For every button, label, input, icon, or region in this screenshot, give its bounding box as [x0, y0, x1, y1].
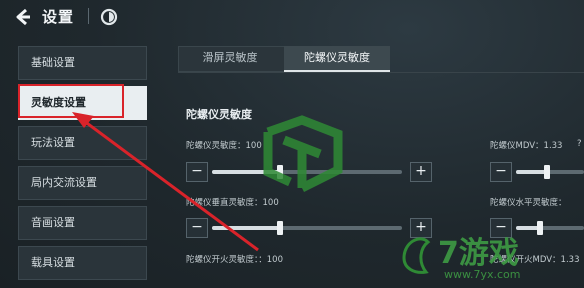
- settings-badge-icon[interactable]: [100, 8, 118, 26]
- gyro-mdv-label: 陀螺仪MDV：1.33: [490, 141, 563, 151]
- sidebar-item-audio-video[interactable]: 音画设置: [18, 206, 147, 240]
- gyro-vertical-slider-thumb[interactable]: [277, 221, 284, 235]
- divider: [178, 72, 584, 73]
- watermark-text: 7游戏: [438, 236, 519, 271]
- sidebar-item-label: 玩法设置: [31, 136, 75, 149]
- gyro-sensitivity-minus-button[interactable]: −: [186, 162, 208, 182]
- watermark-url: www.7yx.com: [444, 268, 521, 281]
- sidebar-item-label: 基础设置: [31, 56, 75, 69]
- tab-swipe-sensitivity[interactable]: 滑屏灵敏度: [178, 46, 282, 72]
- top-bar: 设置: [0, 0, 584, 34]
- gyro-horizontal-label: 陀螺仪水平灵敏度：: [490, 198, 567, 208]
- gyro-mdv-help-icon[interactable]: ?: [577, 139, 582, 149]
- header-divider: [88, 8, 89, 24]
- sidebar-item-communication[interactable]: 局内交流设置: [18, 166, 147, 200]
- sidebar-item-label: 局内交流设置: [31, 176, 97, 189]
- gyro-fire-label: 陀螺仪开火灵敏度：：100: [186, 255, 283, 265]
- tab-gyro-sensitivity[interactable]: 陀螺仪灵敏度: [284, 46, 390, 72]
- highlight-box: [18, 84, 124, 118]
- gyro-sensitivity-plus-button[interactable]: +: [410, 162, 432, 182]
- back-arrow-icon[interactable]: [14, 8, 32, 26]
- watermark-logo: 7游戏 www.7yx.com: [398, 228, 578, 286]
- gyro-mdv-minus-button[interactable]: −: [490, 162, 512, 182]
- gyro-mdv-slider-thumb[interactable]: [543, 165, 550, 179]
- section-title: 陀螺仪灵敏度: [186, 108, 252, 121]
- sidebar-item-gameplay[interactable]: 玩法设置: [18, 126, 147, 160]
- sidebar-item-label: 音画设置: [31, 216, 75, 229]
- gyro-mdv-slider-fill: [516, 170, 547, 174]
- sidebar-item-basic[interactable]: 基础设置: [18, 46, 147, 80]
- gyro-vertical-minus-button[interactable]: −: [186, 218, 208, 238]
- sidebar-item-vehicle[interactable]: 载具设置: [18, 246, 147, 280]
- sidebar-item-label: 载具设置: [31, 256, 75, 269]
- gyro-vertical-slider-fill: [212, 226, 281, 230]
- page-title: 设置: [42, 8, 75, 26]
- watermark-cube-icon: [263, 115, 343, 193]
